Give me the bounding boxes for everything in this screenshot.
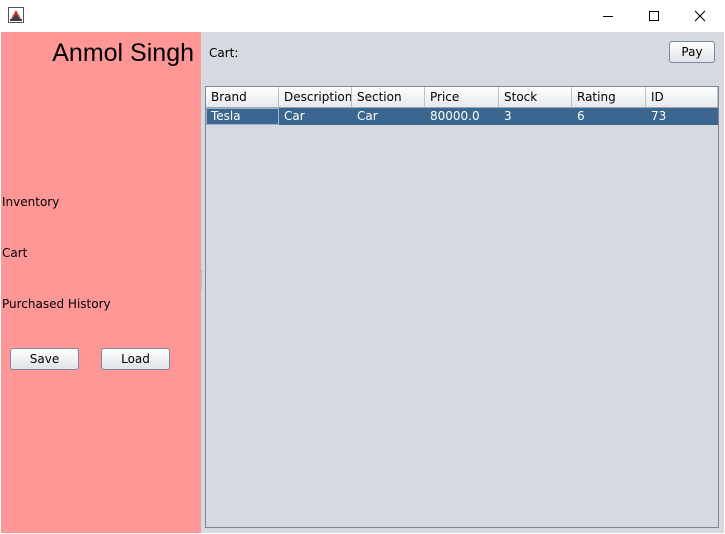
nav-purchased-history[interactable]: Purchased History bbox=[2, 297, 111, 311]
user-name: Anmol Singh bbox=[52, 39, 194, 67]
column-header-section[interactable]: Section bbox=[352, 87, 425, 107]
close-button[interactable] bbox=[677, 0, 723, 32]
table-header: Brand Description Section Price Stock Ra… bbox=[206, 87, 718, 108]
nav-inventory[interactable]: Inventory bbox=[2, 195, 59, 209]
nav-cart[interactable]: Cart bbox=[2, 246, 27, 260]
load-button[interactable]: Load bbox=[101, 348, 170, 370]
cart-table[interactable]: Brand Description Section Price Stock Ra… bbox=[205, 86, 719, 528]
maximize-icon bbox=[649, 11, 659, 21]
maximize-button[interactable] bbox=[631, 0, 677, 32]
table-row[interactable]: Tesla Car Car 80000.0 3 6 73 bbox=[206, 108, 718, 125]
column-header-price[interactable]: Price bbox=[425, 87, 499, 107]
minimize-button[interactable] bbox=[585, 0, 631, 32]
column-header-rating[interactable]: Rating bbox=[572, 87, 646, 107]
column-header-description[interactable]: Description bbox=[279, 87, 352, 107]
table-cell-brand[interactable]: Tesla bbox=[206, 108, 279, 125]
close-icon bbox=[694, 10, 706, 22]
main-panel: Cart: Pay Brand Description Section Pric… bbox=[201, 32, 724, 533]
java-app-icon bbox=[8, 7, 24, 23]
column-header-brand[interactable]: Brand bbox=[206, 87, 279, 107]
table-cell-section[interactable]: Car bbox=[352, 108, 425, 125]
cart-label: Cart: bbox=[209, 46, 239, 60]
column-header-id[interactable]: ID bbox=[646, 87, 718, 107]
table-cell-description[interactable]: Car bbox=[279, 108, 352, 125]
column-header-stock[interactable]: Stock bbox=[499, 87, 572, 107]
title-bar[interactable] bbox=[0, 0, 725, 32]
pay-button[interactable]: Pay bbox=[669, 41, 715, 63]
table-cell-stock[interactable]: 3 bbox=[499, 108, 572, 125]
minimize-icon bbox=[603, 16, 613, 17]
table-cell-id[interactable]: 73 bbox=[646, 108, 718, 125]
table-cell-price[interactable]: 80000.0 bbox=[425, 108, 499, 125]
sidebar: Anmol Singh Inventory Cart Purchased His… bbox=[1, 32, 201, 533]
save-button[interactable]: Save bbox=[10, 348, 79, 370]
table-cell-rating[interactable]: 6 bbox=[572, 108, 646, 125]
